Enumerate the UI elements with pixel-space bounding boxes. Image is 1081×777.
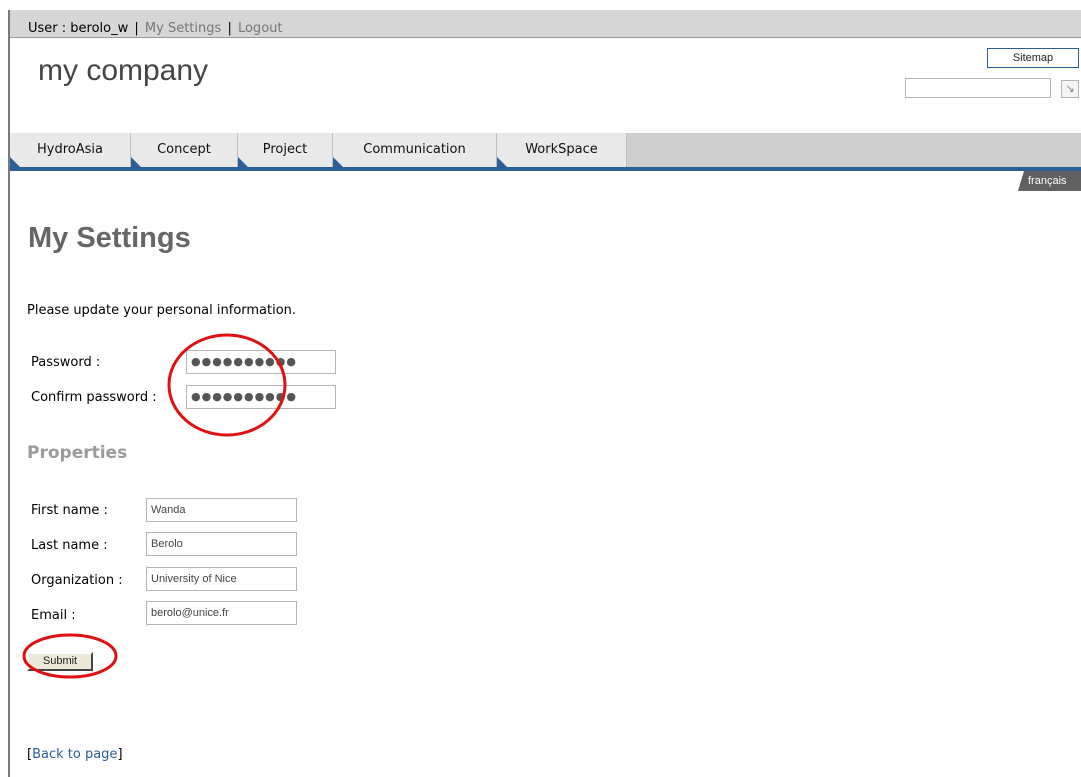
- tab-hydroasia[interactable]: HydroAsia: [10, 133, 131, 167]
- organization-label: Organization :: [31, 573, 123, 588]
- user-prefix: User :: [28, 21, 71, 36]
- logout-link[interactable]: Logout: [238, 21, 283, 36]
- user-info-line: User : berolo_w | My Settings | Logout: [28, 21, 282, 36]
- submit-button[interactable]: Submit: [27, 652, 93, 671]
- bracket-close: ]: [117, 747, 123, 762]
- tab-label: WorkSpace: [525, 142, 598, 157]
- annotation-overlay: [22, 333, 287, 679]
- tab-corner-marker: [333, 157, 343, 167]
- sitemap-button[interactable]: Sitemap: [987, 48, 1079, 68]
- tab-label: Communication: [363, 142, 466, 157]
- username: berolo_w: [70, 21, 129, 36]
- arrow-go-icon[interactable]: ↘: [1061, 80, 1079, 98]
- back-to-page-link[interactable]: [Back to page]: [27, 747, 123, 762]
- nav-bar-accent-line: [10, 167, 1081, 171]
- first-name-field[interactable]: Wanda: [146, 498, 297, 522]
- tab-label: Project: [262, 142, 308, 157]
- page: User : berolo_w | My Settings | Logout m…: [0, 0, 1081, 777]
- language-switch[interactable]: français: [1018, 171, 1081, 191]
- search-input[interactable]: [905, 78, 1051, 98]
- tab-label: Concept: [157, 142, 211, 157]
- intro-text: Please update your personal information.: [27, 303, 297, 318]
- last-name-label: Last name :: [31, 538, 108, 553]
- organization-field[interactable]: University of Nice: [146, 567, 297, 591]
- password-field[interactable]: ●●●●●●●●●●: [186, 350, 336, 374]
- last-name-field[interactable]: Berolo: [146, 532, 297, 556]
- tab-corner-marker: [238, 157, 248, 167]
- tab-communication[interactable]: Communication: [333, 133, 497, 167]
- back-link-text[interactable]: Back to page: [32, 747, 117, 762]
- company-logo[interactable]: my company: [38, 54, 208, 88]
- tab-concept[interactable]: Concept: [131, 133, 238, 167]
- tab-project[interactable]: Project: [238, 133, 333, 167]
- email-field[interactable]: berolo@unice.fr: [146, 601, 297, 625]
- email-label: Email :: [31, 608, 76, 623]
- tab-corner-marker: [497, 157, 507, 167]
- separator: |: [227, 21, 232, 36]
- separator: |: [134, 21, 139, 36]
- password-label: Password :: [31, 355, 101, 370]
- confirm-password-label: Confirm password :: [31, 390, 157, 405]
- my-settings-link[interactable]: My Settings: [145, 21, 221, 36]
- page-title: My Settings: [28, 222, 191, 254]
- left-border: [8, 10, 10, 777]
- properties-heading: Properties: [27, 443, 128, 463]
- tab-label: HydroAsia: [37, 142, 103, 157]
- tab-corner-marker: [10, 157, 20, 167]
- first-name-label: First name :: [31, 503, 108, 518]
- tab-corner-marker: [131, 157, 141, 167]
- tab-workspace[interactable]: WorkSpace: [497, 133, 627, 167]
- confirm-password-field[interactable]: ●●●●●●●●●●: [186, 385, 336, 409]
